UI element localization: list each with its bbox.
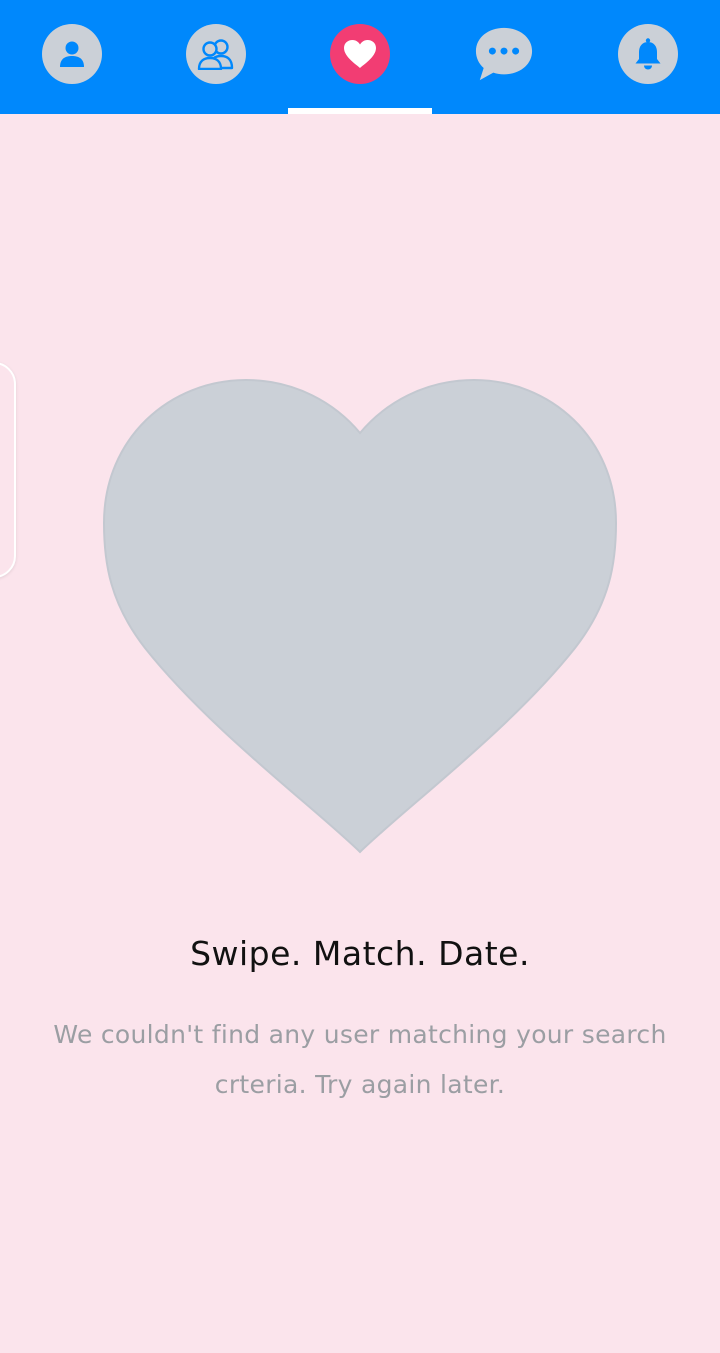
bell-icon — [635, 38, 661, 70]
tab-matches[interactable] — [288, 0, 432, 114]
chat-bubble-icon — [475, 27, 533, 81]
tab-notifications-circle — [618, 24, 678, 84]
tab-profile-circle — [42, 24, 102, 84]
tab-matches-circle — [330, 24, 390, 84]
person-icon — [60, 41, 84, 67]
people-icon — [197, 39, 234, 70]
tab-friends[interactable] — [144, 0, 288, 114]
heart-icon — [344, 40, 376, 68]
tab-messages-circle — [474, 24, 534, 84]
tab-messages[interactable] — [432, 0, 576, 114]
side-drawer-handle[interactable] — [0, 362, 16, 578]
top-navigation-bar — [0, 0, 720, 114]
tab-profile[interactable] — [0, 0, 144, 114]
empty-state-title: Swipe. Match. Date. — [190, 934, 530, 973]
heart-icon — [102, 378, 618, 854]
active-tab-indicator — [288, 108, 432, 114]
tab-friends-circle — [186, 24, 246, 84]
tab-notifications[interactable] — [576, 0, 720, 114]
empty-state-message: We couldn't find any user matching your … — [53, 1020, 667, 1099]
